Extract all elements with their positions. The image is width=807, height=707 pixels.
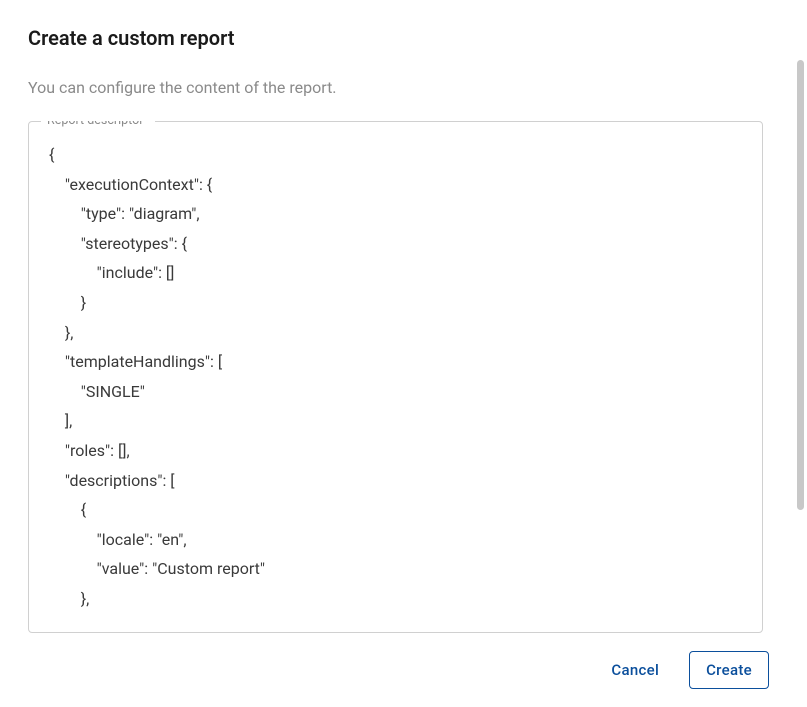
dialog-subtitle: You can configure the content of the rep…: [28, 78, 779, 97]
dialog-actions: Cancel Create: [28, 633, 779, 707]
report-descriptor-field: Report descriptor*: [28, 121, 763, 633]
report-descriptor-fieldset: Report descriptor*: [28, 121, 763, 633]
fieldset-legend: Report descriptor*: [41, 121, 155, 128]
cancel-button[interactable]: Cancel: [595, 652, 675, 688]
dialog-title: Create a custom report: [28, 26, 779, 50]
report-descriptor-textarea[interactable]: [29, 122, 762, 632]
create-report-dialog: Create a custom report You can configure…: [0, 0, 807, 707]
create-button[interactable]: Create: [689, 651, 769, 689]
page-scrollbar[interactable]: [797, 60, 804, 510]
textarea-container: [29, 122, 762, 632]
